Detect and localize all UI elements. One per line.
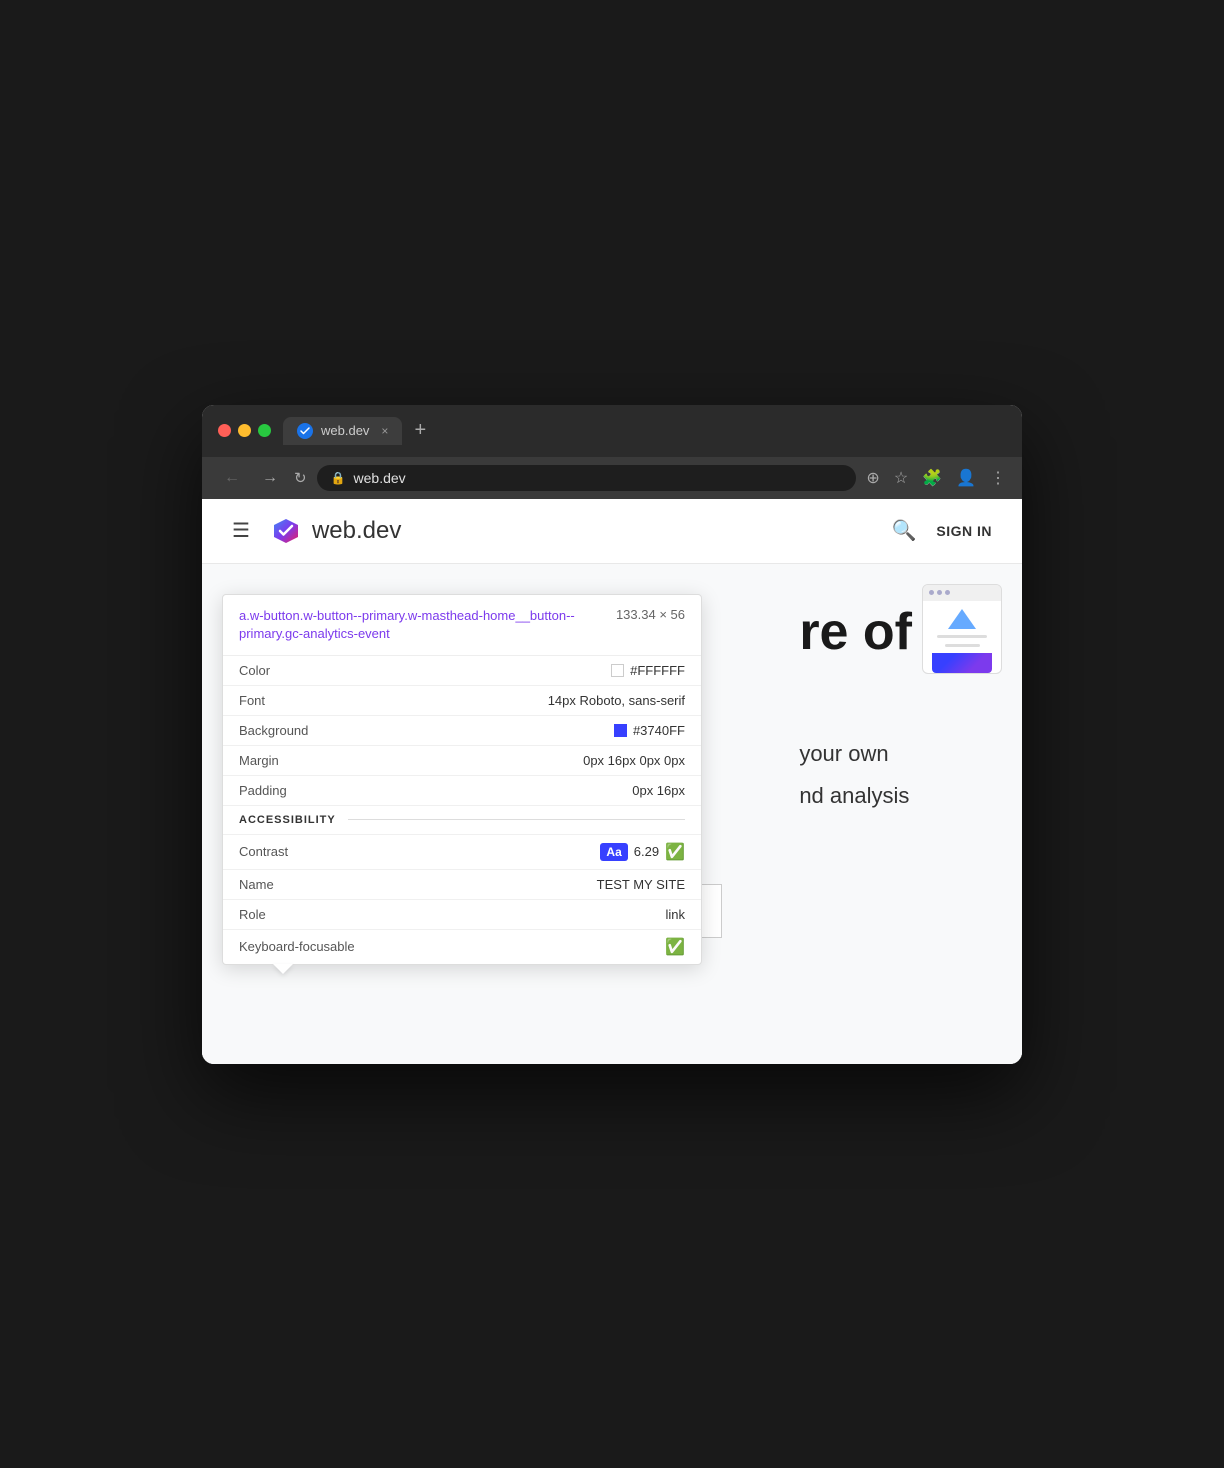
reload-button[interactable]: ↻ — [294, 469, 307, 487]
extensions-icon[interactable]: 🧩 — [922, 468, 942, 488]
tab-bar: web.dev × + — [283, 417, 1006, 445]
name-row: Name TEST MY SITE — [223, 870, 701, 900]
hero-text-large: re of — [799, 604, 912, 661]
role-row: Role link — [223, 900, 701, 930]
accessibility-label: ACCESSIBILITY — [239, 814, 336, 826]
tooltip-arrow — [273, 964, 293, 974]
fullscreen-button[interactable] — [258, 424, 271, 437]
blue-swatch — [614, 724, 627, 737]
padding-value: 0px 16px — [632, 783, 685, 798]
logo-text: web.dev — [312, 517, 401, 545]
search-icon[interactable]: 🔍 — [891, 518, 916, 543]
element-selector: a.w-button.w-button--primary.w-masthead-… — [239, 607, 600, 643]
accessibility-section: ACCESSIBILITY — [223, 806, 701, 835]
padding-row: Padding 0px 16px — [223, 776, 701, 806]
color-value: #FFFFFF — [611, 663, 685, 678]
margin-label: Margin — [239, 753, 279, 768]
name-label: Name — [239, 877, 274, 892]
keyboard-label: Keyboard-focusable — [239, 939, 355, 954]
inspect-body: Color #FFFFFF Font 14px Roboto, sans-ser… — [223, 656, 701, 964]
contrast-badge: Aa — [600, 843, 627, 861]
new-tab-button[interactable]: + — [414, 419, 426, 442]
keyboard-row: Keyboard-focusable ✅ — [223, 930, 701, 964]
browser-mock-illustration — [922, 584, 1002, 674]
url-text: web.dev — [354, 470, 406, 486]
color-label: Color — [239, 663, 270, 678]
background-label: Background — [239, 723, 308, 738]
profile-icon[interactable]: 👤 — [956, 468, 976, 488]
name-value: TEST MY SITE — [597, 877, 685, 892]
white-swatch — [611, 664, 624, 677]
menu-icon[interactable]: ⋮ — [990, 468, 1006, 488]
sign-in-button[interactable]: SIGN IN — [936, 523, 992, 539]
inspect-header: a.w-button.w-button--primary.w-masthead-… — [223, 595, 701, 656]
background-value: #3740FF — [614, 723, 685, 738]
background-row: Background #3740FF — [223, 716, 701, 746]
mock-line-2 — [945, 644, 980, 647]
tab-favicon-icon — [297, 423, 313, 439]
title-bar: web.dev × + — [202, 405, 1022, 457]
url-bar[interactable]: 🔒 web.dev — [317, 465, 857, 491]
tab-label: web.dev — [321, 423, 369, 438]
address-icons: ⊕ ☆ 🧩 👤 ⋮ — [866, 468, 1006, 488]
keyboard-check-icon: ✅ — [665, 937, 685, 957]
header-right: 🔍 SIGN IN — [891, 518, 992, 543]
logo-icon — [270, 515, 302, 547]
margin-value: 0px 16px 0px 0px — [583, 753, 685, 768]
back-button[interactable]: ← — [218, 467, 246, 489]
font-value: 14px Roboto, sans-serif — [548, 693, 685, 708]
zoom-icon[interactable]: ⊕ — [866, 468, 879, 488]
hero-text-sub2: nd analysis — [799, 783, 912, 809]
header-left: ☰ web.dev — [232, 515, 401, 547]
font-row: Font 14px Roboto, sans-serif — [223, 686, 701, 716]
site-header: ☰ web.dev — [202, 499, 1022, 564]
inspect-panel: a.w-button.w-button--primary.w-masthead-… — [222, 594, 702, 965]
mock-line-1 — [937, 635, 987, 638]
contrast-label: Contrast — [239, 844, 288, 859]
traffic-lights — [218, 424, 271, 437]
logo[interactable]: web.dev — [270, 515, 401, 547]
minimize-button[interactable] — [238, 424, 251, 437]
color-row: Color #FFFFFF — [223, 656, 701, 686]
hero-text-sub1: your own — [799, 741, 912, 767]
address-bar: ← → ↻ 🔒 web.dev ⊕ ☆ 🧩 👤 ⋮ — [202, 457, 1022, 499]
forward-button[interactable]: → — [256, 467, 284, 489]
font-label: Font — [239, 693, 265, 708]
tab-close-icon[interactable]: × — [381, 424, 388, 438]
role-value: link — [665, 907, 685, 922]
mock-dot-1 — [929, 590, 934, 595]
page-content: ☰ web.dev — [202, 499, 1022, 1064]
margin-row: Margin 0px 16px 0px 0px — [223, 746, 701, 776]
role-label: Role — [239, 907, 266, 922]
mock-dot-3 — [945, 590, 950, 595]
active-tab[interactable]: web.dev × — [283, 417, 402, 445]
hamburger-menu-icon[interactable]: ☰ — [232, 518, 250, 543]
mock-dot-2 — [937, 590, 942, 595]
mock-title-bar — [923, 585, 1001, 601]
mock-triangle-icon — [948, 609, 976, 629]
close-button[interactable] — [218, 424, 231, 437]
contrast-check-icon: ✅ — [665, 842, 685, 862]
browser-window: web.dev × + ← → ↻ 🔒 web.dev ⊕ ☆ 🧩 👤 ⋮ ☰ — [202, 405, 1022, 1064]
section-divider-line — [348, 819, 685, 820]
mock-body — [923, 601, 1001, 674]
hero-area: a.w-button.w-button--primary.w-masthead-… — [202, 564, 1022, 1064]
lock-icon: 🔒 — [331, 471, 346, 485]
keyboard-value: ✅ — [665, 937, 685, 957]
contrast-value: Aa 6.29 ✅ — [600, 842, 685, 862]
hero-text-area: re of your own nd analysis — [799, 604, 912, 809]
bookmark-icon[interactable]: ☆ — [894, 468, 908, 488]
mock-wave — [932, 653, 992, 673]
padding-label: Padding — [239, 783, 287, 798]
contrast-row: Contrast Aa 6.29 ✅ — [223, 835, 701, 870]
element-dimensions: 133.34 × 56 — [616, 607, 685, 622]
